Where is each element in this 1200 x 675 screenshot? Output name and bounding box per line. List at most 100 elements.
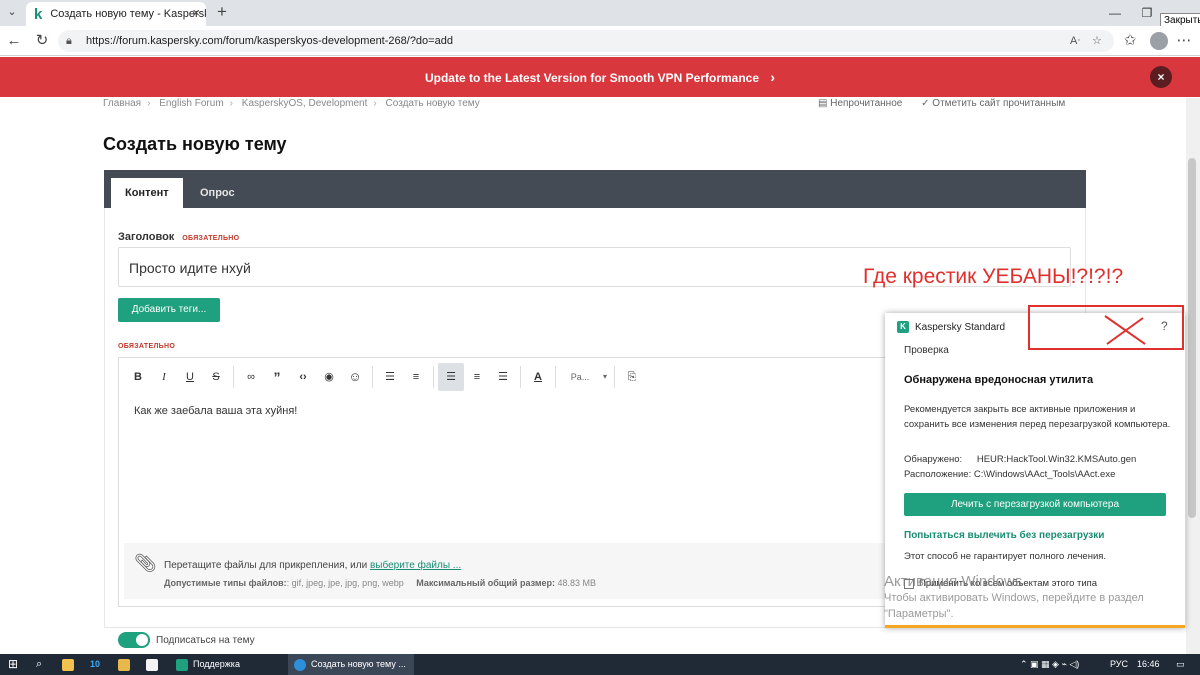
url-field[interactable]: 🔒︎ https://forum.kaspersky.com/forum/kas… xyxy=(58,30,1114,52)
tab-close-icon[interactable]: × xyxy=(192,5,200,20)
max-size-label: Максимальный общий размер: xyxy=(416,578,555,588)
body-required-tag: ОБЯЗАТЕЛЬНО xyxy=(118,343,176,350)
start-windows-icon[interactable]: ⊞ xyxy=(8,654,18,675)
check-icon: ✓ xyxy=(921,98,930,109)
banner-arrow-icon: › xyxy=(770,69,776,85)
header-links: ▤ Непрочитанное ✓ Отметить сайт прочитан… xyxy=(818,98,1065,109)
taskbar-app-label: Создать новую тему ... xyxy=(311,659,406,669)
clock[interactable]: 16:46 xyxy=(1137,654,1160,675)
file-explorer-icon[interactable] xyxy=(62,654,79,675)
max-size-value: 48.83 MB xyxy=(557,578,597,588)
bullet-list-icon[interactable]: ☰ xyxy=(377,363,403,391)
bold-button[interactable]: B xyxy=(125,363,151,391)
choose-files-link[interactable]: выберите файлы ... xyxy=(370,560,461,571)
add-tags-button[interactable]: Добавить теги... xyxy=(118,298,220,322)
banner-close-button[interactable]: × xyxy=(1150,66,1172,88)
toolbar-divider xyxy=(520,366,521,388)
attachment-dropzone[interactable]: 📎︎ Перетащите файлы для прикрепления, ил… xyxy=(124,543,914,599)
detected-value: HEUR:HackTool.Win32.KMSAuto.gen xyxy=(976,454,1137,465)
attach-text: Перетащите файлы для прикрепления, или xyxy=(164,560,368,571)
unread-icon: ▤ xyxy=(818,98,828,109)
numbered-list-icon[interactable]: ≡ xyxy=(403,363,429,391)
taskbar-app-edge[interactable]: Создать новую тему ... xyxy=(288,654,414,675)
code-icon[interactable]: ‹› xyxy=(290,363,316,391)
taskbar-app-support[interactable]: Поддержка xyxy=(170,654,282,675)
windows-activation-watermark: Активация Windows Чтобы активировать Win… xyxy=(884,574,1144,622)
breadcrumb-current: Создать новую тему xyxy=(385,98,480,109)
italic-button[interactable]: I xyxy=(151,363,177,391)
total-commander-icon[interactable]: 10 xyxy=(90,654,100,675)
spellcheck-icon[interactable]: ⎘ xyxy=(619,363,645,391)
attach-limits: Допустимые типы файлов:: gif, jpeg, jpe,… xyxy=(164,578,596,588)
new-tab-plus-icon[interactable]: + xyxy=(212,2,232,22)
text-color-icon[interactable]: A xyxy=(525,363,551,391)
annotation-red-cross-icon xyxy=(1104,315,1146,345)
editor-body-text[interactable]: Как же заебала ваша эта хуйня! xyxy=(134,405,297,417)
breadcrumb-separator: › xyxy=(229,98,233,109)
allowed-types-label: Допустимые типы файлов: xyxy=(164,578,287,588)
taskbar-app-label: Поддержка xyxy=(193,659,240,669)
preview-eye-icon[interactable]: ◉ xyxy=(316,363,342,391)
align-center-icon[interactable]: ≡ xyxy=(464,363,490,391)
underline-button[interactable]: U xyxy=(177,363,203,391)
watermark-line3: "Параметры". xyxy=(884,608,954,620)
notifications-icon[interactable]: ▭ xyxy=(1176,654,1185,675)
toolbar-divider xyxy=(372,366,373,388)
notepad-icon[interactable] xyxy=(146,654,163,675)
paragraph-chevron-icon: ▾ xyxy=(602,372,607,381)
breadcrumb-kasperskyos[interactable]: KasperskyOS, Development xyxy=(242,98,368,109)
kaspersky-taskbar-icon xyxy=(176,658,188,671)
favorite-star-icon[interactable]: ☆ xyxy=(1092,30,1102,52)
search-icon[interactable]: ⌕ xyxy=(36,654,42,675)
paperclip-icon: 📎︎ xyxy=(134,553,157,573)
tray-icons[interactable]: ⌃ ▣ ▦ ◈ ⌁ ◁) xyxy=(1020,654,1079,675)
kaspersky-logo-icon: K xyxy=(897,321,909,333)
mark-read-link[interactable]: Отметить сайт прочитанным xyxy=(932,98,1065,109)
toolbar-divider xyxy=(614,366,615,388)
tab-title: Создать новую тему - Kaspersky xyxy=(50,8,206,20)
quote-icon[interactable]: ” xyxy=(264,363,290,391)
tab-list-chevron-icon[interactable]: ⌄ xyxy=(2,2,22,22)
tab-poll[interactable]: Опрос xyxy=(186,178,249,208)
emoji-icon[interactable]: ☺ xyxy=(342,363,368,391)
title-label-text: Заголовок xyxy=(118,231,175,243)
threat-details: Обнаружено: HEUR:HackTool.Win32.KMSAuto.… xyxy=(904,452,1136,482)
language-indicator[interactable]: РУС xyxy=(1110,654,1128,675)
breadcrumb-separator: › xyxy=(147,98,151,109)
page-title: Создать новую тему xyxy=(103,134,287,154)
reload-icon[interactable]: ↻ xyxy=(32,31,52,51)
vpn-update-banner[interactable]: Update to the Latest Version for Smooth … xyxy=(0,57,1200,97)
tab-content[interactable]: Контент xyxy=(111,178,183,208)
rich-text-editor[interactable]: B I U S ∞ ” ‹› ◉ ☺ ☰ ≡ ☰ ≡ ☰ A Pa... ▾ ⎘… xyxy=(118,357,918,607)
disinfect-reboot-button[interactable]: Лечить с перезагрузкой компьютера xyxy=(904,493,1166,516)
minimize-icon[interactable]: — xyxy=(1100,2,1130,24)
maximize-icon[interactable]: ❐ xyxy=(1132,2,1162,24)
paragraph-select[interactable]: Pa... xyxy=(560,363,600,391)
editor-toolbar: B I U S ∞ ” ‹› ◉ ☺ ☰ ≡ ☰ ≡ ☰ A Pa... ▾ ⎘ xyxy=(119,358,919,396)
kaspersky-favicon-icon: k xyxy=(34,5,43,23)
back-arrow-icon[interactable]: ← xyxy=(4,31,24,51)
unread-link[interactable]: Непрочитанное xyxy=(830,98,902,109)
location-label: Расположение: xyxy=(904,469,972,480)
browser-tab[interactable]: k Создать новую тему - Kaspersky × xyxy=(26,2,206,26)
breadcrumb-english-forum[interactable]: English Forum xyxy=(159,98,223,109)
breadcrumb: Главная › English Forum › KasperskyOS, Dev… xyxy=(103,98,486,109)
profile-avatar[interactable] xyxy=(1150,32,1168,50)
detected-label: Обнаружено: xyxy=(904,454,963,465)
favorites-icon[interactable]: ✩ xyxy=(1120,31,1140,51)
threat-description: Рекомендуется закрыть все активные прило… xyxy=(904,404,1171,430)
location-value: C:\Windows\AAct_Tools\AAct.exe xyxy=(973,469,1116,480)
subscribe-toggle-row[interactable]: Подписаться на тему xyxy=(118,632,255,648)
link-icon[interactable]: ∞ xyxy=(238,363,264,391)
subscribe-toggle[interactable] xyxy=(118,632,150,648)
scrollbar-thumb[interactable] xyxy=(1188,158,1196,518)
strikethrough-button[interactable]: S xyxy=(203,363,229,391)
paint-brush-icon[interactable] xyxy=(118,654,135,675)
disinfect-no-reboot-link[interactable]: Попытаться вылечить без перезагрузки xyxy=(904,530,1104,541)
breadcrumb-home[interactable]: Главная xyxy=(103,98,141,109)
read-aloud-icon[interactable]: Aᐧ xyxy=(1070,30,1080,52)
more-menu-icon[interactable]: ⋯ xyxy=(1174,31,1194,51)
align-right-icon[interactable]: ☰ xyxy=(490,363,516,391)
page-scrollbar[interactable] xyxy=(1186,98,1200,654)
align-left-icon[interactable]: ☰ xyxy=(438,363,464,391)
